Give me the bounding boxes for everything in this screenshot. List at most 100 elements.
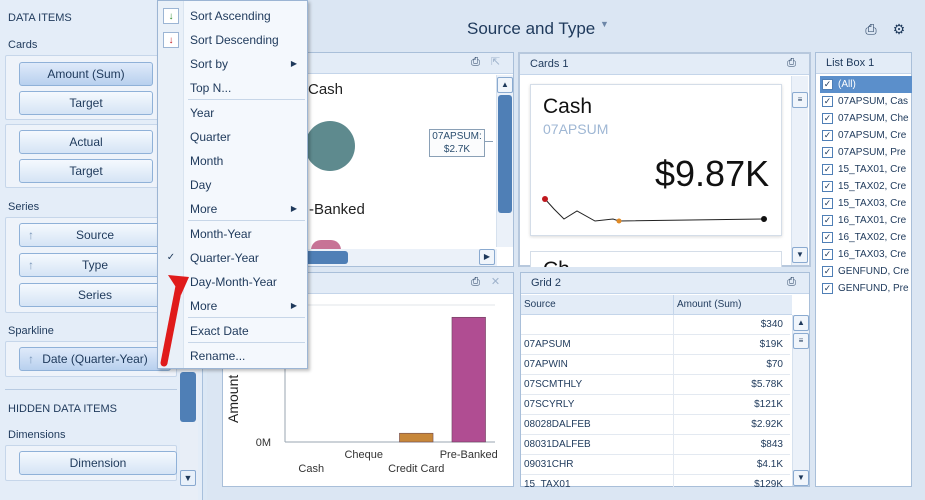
table-row[interactable]: 07SCMTHLY $5.78K [521, 375, 790, 395]
cards-vscrollbar[interactable]: ≡ ▼ [791, 76, 808, 265]
pie-scroll-thumb[interactable] [498, 95, 512, 213]
menu-item-month-year[interactable]: Month-Year [158, 222, 307, 246]
target-item[interactable]: Target [19, 91, 153, 115]
list-item[interactable]: ✓ GENFUND, Cre [820, 263, 912, 280]
menu-separator [188, 99, 305, 100]
table-row[interactable]: 15_TAX01 $129K [521, 475, 790, 487]
menu-item-day[interactable]: Day [158, 173, 307, 197]
menu-item-label: Quarter-Year [190, 251, 259, 265]
table-row[interactable]: $340 [521, 315, 790, 335]
list-item[interactable]: ✓ 15_TAX02, Cre [820, 178, 912, 195]
menu-item-sort-ascending[interactable]: ↓ Sort Ascending [158, 4, 307, 28]
checkbox-checked-icon[interactable]: ✓ [822, 181, 833, 192]
column-header-source[interactable]: Source [524, 295, 556, 315]
grid-vscrollbar[interactable]: ▲ ≡ ▼ [792, 315, 809, 486]
menu-item-sort-by[interactable]: Sort by ▶ [158, 52, 307, 76]
list-item[interactable]: ✓ GENFUND, Pre [820, 280, 912, 297]
cell-source: 07SCMTHLY [524, 379, 583, 390]
scroll-down-icon[interactable]: ▼ [180, 470, 196, 486]
list-item[interactable]: ✓ 15_TAX01, Cre [820, 161, 912, 178]
checkbox-checked-icon[interactable]: ✓ [822, 198, 833, 209]
list-item[interactable]: ✓ 07APSUM, Cre [820, 127, 912, 144]
export-icon[interactable]: ⎙ [468, 275, 483, 290]
list-item-label: 07APSUM, Che [838, 113, 909, 124]
cell-source: 07APWIN [524, 359, 568, 370]
list-item[interactable]: ✓ 07APSUM, Cas [820, 93, 912, 110]
source-item[interactable]: ↑ Source [19, 223, 171, 247]
checkbox-checked-icon[interactable]: ✓ [822, 164, 833, 175]
export-dashboard-icon[interactable]: ⎙ [862, 20, 880, 38]
list-item[interactable]: ✓ 15_TAX03, Cre [820, 195, 912, 212]
dashboard-parameters-icon[interactable]: ⚙ [890, 20, 908, 38]
scroll-up-icon[interactable]: ▲ [793, 315, 809, 331]
dimension-item[interactable]: Dimension [19, 451, 177, 475]
cell-source: 15_TAX01 [524, 479, 571, 487]
target-item-2[interactable]: Target [19, 159, 153, 183]
series-item[interactable]: Series [19, 283, 171, 307]
hidden-data-items-title: HIDDEN DATA ITEMS [8, 403, 117, 415]
list-item[interactable]: ✓ (All) [820, 76, 912, 93]
menu-item-more-8[interactable]: More ▶ [158, 197, 307, 221]
menu-item-year[interactable]: Year [158, 101, 307, 125]
clear-filter-icon[interactable]: ✕ [488, 275, 503, 290]
export-icon[interactable]: ⎙ [784, 275, 799, 290]
card-partial[interactable]: Ch [530, 251, 782, 267]
table-row[interactable]: 09031CHR $4.1K [521, 455, 790, 475]
table-row[interactable]: 07SCYRLY $121K [521, 395, 790, 415]
checkbox-checked-icon[interactable]: ✓ [822, 249, 833, 260]
checkbox-checked-icon[interactable]: ✓ [822, 283, 833, 294]
pie-vscrollbar[interactable]: ▲ [496, 75, 513, 247]
date-quarter-year-item[interactable]: ↑ Date (Quarter-Year) [19, 347, 171, 371]
list-item[interactable]: ✓ 16_TAX01, Cre [820, 212, 912, 229]
scroll-down-icon[interactable]: ▼ [792, 247, 808, 263]
table-row[interactable]: 08028DALFEB $2.92K [521, 415, 790, 435]
scroll-right-icon[interactable]: ▶ [479, 249, 495, 265]
checkbox-checked-icon[interactable]: ✓ [822, 266, 833, 277]
export-icon[interactable]: ⎙ [784, 56, 799, 71]
bar-credit-card[interactable] [399, 432, 434, 443]
scroll-menu-icon[interactable]: ≡ [792, 92, 808, 108]
checkbox-checked-icon[interactable]: ✓ [822, 215, 833, 226]
actual-item[interactable]: Actual [19, 130, 153, 154]
menu-separator [188, 342, 305, 343]
table-row[interactable]: 07APWIN $70 [521, 355, 790, 375]
bar-pre-banked[interactable] [451, 316, 486, 443]
card-subtitle: 07APSUM [543, 121, 609, 137]
card-cash[interactable]: Cash 07APSUM $9.87K [530, 84, 782, 236]
menu-item-month[interactable]: Month [158, 149, 307, 173]
list-item[interactable]: ✓ 07APSUM, Pre [820, 144, 912, 161]
list-item[interactable]: ✓ 16_TAX02, Cre [820, 229, 912, 246]
amount-sum-item[interactable]: Amount (Sum) [19, 62, 153, 86]
checkbox-checked-icon[interactable]: ✓ [822, 113, 833, 124]
type-item[interactable]: ↑ Type [19, 253, 171, 277]
cell-amount: $340 [673, 315, 786, 335]
checkbox-checked-icon[interactable]: ✓ [822, 130, 833, 141]
scroll-up-icon[interactable]: ▲ [497, 77, 513, 93]
menu-item-label: Year [190, 106, 215, 120]
cards-panel-title: Cards 1 [530, 58, 569, 70]
cards-panel-header: Cards 1 [520, 54, 809, 75]
table-row[interactable]: 08031DALFEB $843 [521, 435, 790, 455]
cell-source: 08028DALFEB [524, 419, 591, 430]
pie-label-prebanked: -Banked [309, 201, 365, 218]
scroll-menu-icon[interactable]: ≡ [793, 333, 809, 349]
checkbox-checked-icon[interactable]: ✓ [822, 96, 833, 107]
menu-item-quarter[interactable]: Quarter [158, 125, 307, 149]
grid-body: $340 07APSUM $19K 07APWIN $70 07SCMTHLY $5.78K… [521, 315, 792, 487]
list-item-label: 07APSUM, Pre [838, 147, 906, 158]
menu-item-sort-descending[interactable]: ↓ Sort Descending [158, 28, 307, 52]
table-row[interactable]: 07APSUM $19K [521, 335, 790, 355]
list-item[interactable]: ✓ 07APSUM, Che [820, 110, 912, 127]
cell-amount: $129K [673, 475, 786, 487]
export-icon[interactable]: ⎙ [468, 55, 483, 70]
scroll-down-icon[interactable]: ▼ [793, 470, 809, 486]
left-panel-scroll-thumb[interactable] [180, 372, 196, 422]
column-header-amount[interactable]: Amount (Sum) [673, 295, 741, 315]
checkbox-checked-icon[interactable]: ✓ [822, 232, 833, 243]
checkbox-checked-icon[interactable]: ✓ [822, 147, 833, 158]
maximize-icon[interactable]: ⇱ [488, 55, 503, 70]
pie-slice-cash[interactable] [305, 121, 355, 171]
list-item[interactable]: ✓ 16_TAX03, Cre [820, 246, 912, 263]
menu-item-top-n[interactable]: Top N... [158, 76, 307, 100]
checkbox-checked-icon[interactable]: ✓ [822, 79, 833, 90]
